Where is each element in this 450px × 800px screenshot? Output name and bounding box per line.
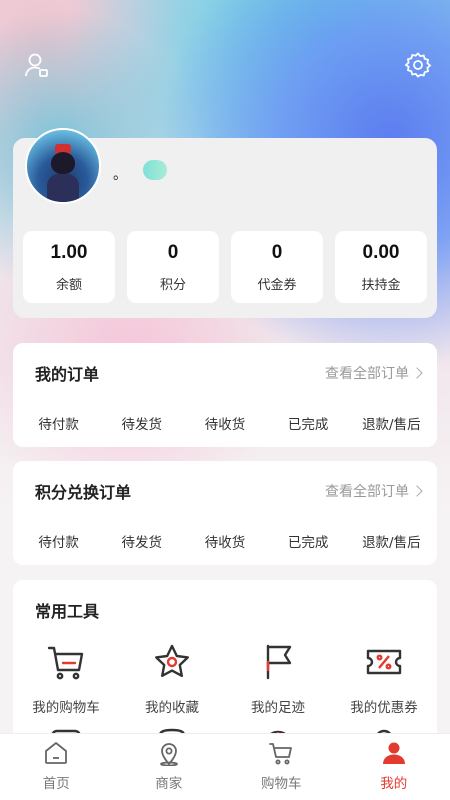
tab-label: 商家: [155, 776, 183, 792]
cart-icon: [47, 646, 84, 680]
profile-card: 。 1.00 余额 0 积分 0 代金券 0.00 扶持金: [13, 128, 437, 318]
tab-cart[interactable]: 购物车: [236, 734, 326, 800]
stat-value: 0: [271, 241, 283, 263]
my-orders-card: 我的订单 查看全部订单 待付款 待发货 待收货 已完成 退款/售后: [13, 343, 437, 447]
card-title: 积分兑换订单: [35, 483, 132, 502]
person-icon: [382, 742, 405, 764]
bottom-tab-bar: 首页 商家 购物车 我的: [0, 733, 450, 800]
points-order-completed[interactable]: 已完成: [268, 531, 348, 551]
level-badge: [143, 160, 167, 180]
tool-label: 我的优惠券: [350, 700, 418, 716]
tab-label: 我的: [380, 776, 408, 792]
home-icon: [45, 742, 68, 764]
tool-my-coupons[interactable]: 我的优惠券: [334, 642, 434, 716]
points-order-pending-payment[interactable]: 待付款: [19, 531, 99, 551]
stat-value: 0.00: [362, 241, 400, 263]
stat-vouchers[interactable]: 0 代金券: [231, 231, 323, 303]
stats-row: 1.00 余额 0 积分 0 代金券 0.00 扶持金: [23, 231, 427, 303]
stat-points[interactable]: 0 积分: [127, 231, 219, 303]
tool-label: 我的收藏: [145, 700, 199, 716]
cart-icon: [269, 743, 293, 765]
card-title: 常用工具: [35, 602, 100, 621]
coupon-icon: [366, 649, 402, 675]
order-pending-shipment[interactable]: 待发货: [102, 413, 182, 433]
tab-label: 首页: [42, 776, 70, 792]
tool-label: 我的足迹: [251, 700, 305, 716]
stat-label: 积分: [159, 277, 186, 293]
view-all-orders-link[interactable]: 查看全部订单: [325, 363, 423, 383]
stat-label: 代金券: [257, 277, 297, 293]
points-order-refund[interactable]: 退款/售后: [351, 531, 431, 551]
tool-my-footprints[interactable]: 我的足迹: [228, 642, 328, 716]
chevron-right-icon: [411, 485, 423, 497]
avatar[interactable]: [25, 128, 101, 204]
card-title: 我的订单: [35, 365, 100, 384]
stat-value: 1.00: [50, 241, 88, 263]
star-icon: [155, 644, 189, 677]
tab-label: 购物车: [261, 776, 302, 792]
order-pending-receipt[interactable]: 待收货: [185, 413, 265, 433]
flag-icon: [266, 644, 292, 680]
stat-value: 0: [167, 241, 179, 263]
user-settings-icon[interactable]: [22, 50, 52, 80]
order-refund[interactable]: 退款/售后: [351, 413, 431, 433]
points-order-pending-receipt[interactable]: 待收货: [185, 531, 265, 551]
points-order-pending-shipment[interactable]: 待发货: [102, 531, 182, 551]
stat-balance[interactable]: 1.00 余额: [23, 231, 115, 303]
order-completed[interactable]: 已完成: [268, 413, 348, 433]
view-all-points-orders-link[interactable]: 查看全部订单: [325, 481, 423, 501]
nickname: 。: [113, 167, 127, 183]
gear-icon[interactable]: [403, 50, 433, 80]
points-orders-card: 积分兑换订单 查看全部订单 待付款 待发货 待收货 已完成 退款/售后: [13, 461, 437, 565]
tab-merchants[interactable]: 商家: [124, 734, 214, 800]
order-pending-payment[interactable]: 待付款: [19, 413, 99, 433]
tab-mine[interactable]: 我的: [349, 734, 439, 800]
stat-label: 扶持金: [361, 277, 401, 293]
tool-my-favorites[interactable]: 我的收藏: [122, 642, 222, 716]
link-label: 查看全部订单: [325, 366, 409, 382]
tab-home[interactable]: 首页: [11, 734, 101, 800]
stat-support-fund[interactable]: 0.00 扶持金: [335, 231, 427, 303]
chevron-right-icon: [411, 367, 423, 379]
tool-my-cart[interactable]: 我的购物车: [16, 642, 116, 716]
location-icon: [159, 743, 178, 766]
stat-label: 余额: [55, 277, 82, 293]
link-label: 查看全部订单: [325, 484, 409, 500]
tool-label: 我的购物车: [32, 700, 100, 716]
